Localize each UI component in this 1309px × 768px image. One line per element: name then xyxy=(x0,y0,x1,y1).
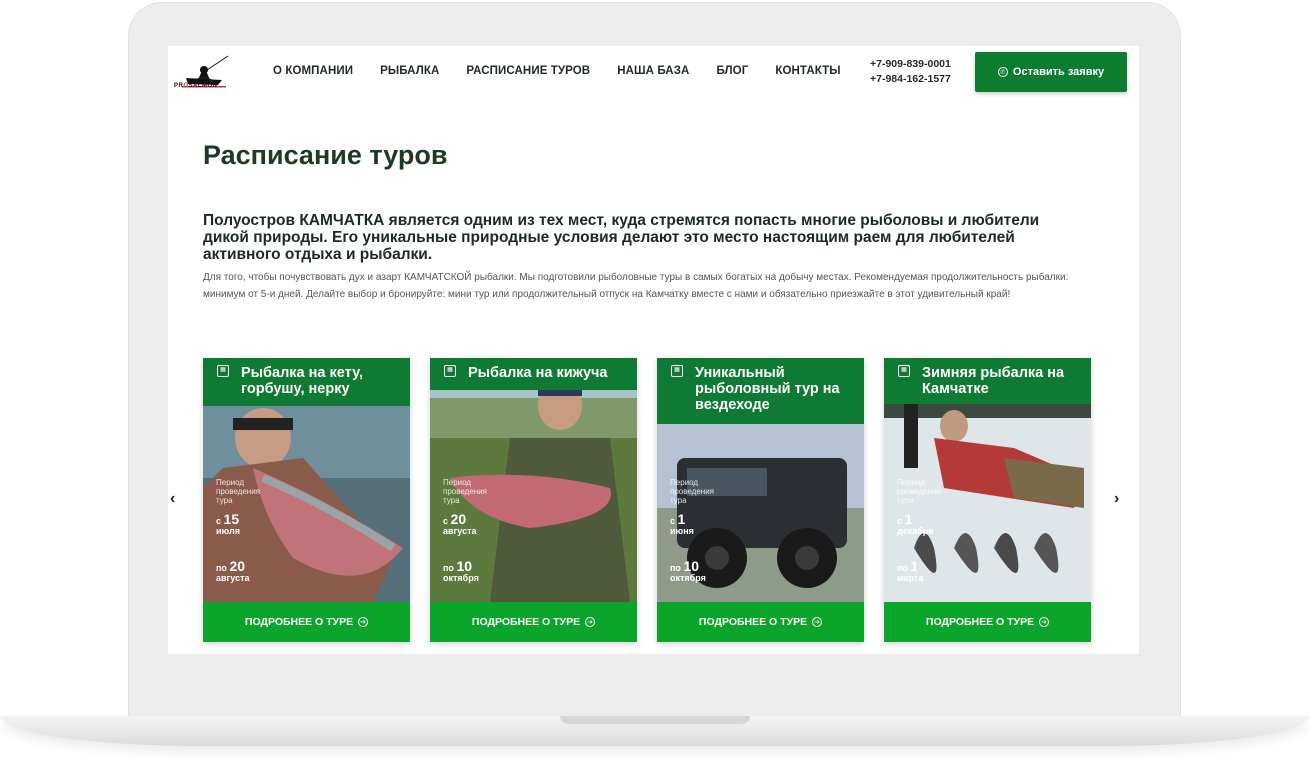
prosalmon-logo[interactable] xyxy=(174,52,234,100)
tour-start-date: с 20 августа xyxy=(443,511,477,536)
tour-header-3: ▦ Уникальный рыболовный тур на вездеходе xyxy=(657,358,864,424)
tour-card-3[interactable]: ▦ Уникальный рыболовный тур на вездеходе… xyxy=(657,358,864,642)
whatsapp-icon: ✆ xyxy=(997,67,1008,77)
carousel-prev-button[interactable]: ‹ xyxy=(170,490,175,508)
tour-card-2[interactable]: ▦ Рыбалка на кижуча Период проведения ту… xyxy=(430,358,637,642)
tour-details-button-3[interactable]: ПОДРОБНЕЕ О ТУРЕ ➔ xyxy=(657,602,864,642)
arrow-circle-right-icon: ➔ xyxy=(1039,617,1050,627)
logo-wordmark: PROSALMON xyxy=(174,83,218,89)
nav-blog[interactable]: БЛОГ xyxy=(716,65,748,77)
tour-card-4[interactable]: ▦ Зимняя рыбалка на Камчатке Период пров… xyxy=(884,358,1091,642)
phone-1[interactable]: +7-909-839-0001 xyxy=(870,57,951,72)
tour-start-date: с 1 декабря xyxy=(897,511,934,536)
tour-details-button-1[interactable]: ПОДРОБНЕЕ О ТУРЕ ➔ xyxy=(203,602,410,642)
carousel-next-button[interactable]: › xyxy=(1114,490,1119,508)
phone-numbers: +7-909-839-0001 +7-984-162-1577 xyxy=(870,57,951,87)
page-title: Расписание туров xyxy=(203,140,448,170)
calendar-icon: ▦ xyxy=(217,365,229,377)
tour-period-label: Период проведения тура xyxy=(897,478,941,505)
tour-end-date: по 1 марта xyxy=(897,558,924,583)
nav-about[interactable]: О КОМПАНИИ xyxy=(273,65,353,77)
calendar-icon: ▦ xyxy=(671,365,683,377)
arrow-circle-right-icon: ➔ xyxy=(358,617,369,627)
website-screen: PROSALMON О КОМПАНИИ РЫБАЛКА РАСПИСАНИЕ … xyxy=(168,46,1139,654)
tour-period-label: Период проведения тура xyxy=(216,478,260,505)
main-nav: О КОМПАНИИ РЫБАЛКА РАСПИСАНИЕ ТУРОВ НАША… xyxy=(273,65,868,77)
arrow-circle-right-icon: ➔ xyxy=(585,617,596,627)
description-paragraph: Для того, чтобы почувствовать дух и азар… xyxy=(203,272,1069,300)
calendar-icon: ▦ xyxy=(898,365,910,377)
tour-details-button-2[interactable]: ПОДРОБНЕЕ О ТУРЕ ➔ xyxy=(430,602,637,642)
tour-card-1[interactable]: ▦ Рыбалка на кету, горбушу, нерку Период… xyxy=(203,358,410,642)
arrow-circle-right-icon: ➔ xyxy=(812,617,823,627)
nav-base[interactable]: НАША БАЗА xyxy=(617,65,689,77)
tour-header-2: ▦ Рыбалка на кижуча xyxy=(430,358,637,390)
calendar-icon: ▦ xyxy=(444,365,456,377)
tour-start-date: с 15 июля xyxy=(216,511,240,536)
phone-2[interactable]: +7-984-162-1577 xyxy=(870,72,951,87)
tour-header-1: ▦ Рыбалка на кету, горбушу, нерку xyxy=(203,358,410,406)
nav-schedule[interactable]: РАСПИСАНИЕ ТУРОВ xyxy=(466,65,590,77)
lead-paragraph: Полуостров КАМЧАТКА является одним из те… xyxy=(203,212,1040,263)
nav-contacts[interactable]: КОНТАКТЫ xyxy=(775,65,840,77)
request-button[interactable]: ✆ Оставить заявку xyxy=(975,52,1127,92)
laptop-notch xyxy=(560,716,750,724)
tour-end-date: по 10 октября xyxy=(443,558,479,583)
tour-period-label: Период проведения тура xyxy=(443,478,487,505)
tour-details-button-4[interactable]: ПОДРОБНЕЕ О ТУРЕ ➔ xyxy=(884,602,1091,642)
tour-end-date: по 20 августа xyxy=(216,558,250,583)
tour-period-label: Период проведения тура xyxy=(670,478,714,505)
tour-start-date: с 1 июня xyxy=(670,511,694,536)
nav-fishing[interactable]: РЫБАЛКА xyxy=(380,65,439,77)
tour-header-4: ▦ Зимняя рыбалка на Камчатке xyxy=(884,358,1091,404)
tour-carousel: ▦ Рыбалка на кету, горбушу, нерку Период… xyxy=(203,358,1093,642)
tour-end-date: по 10 октября xyxy=(670,558,706,583)
